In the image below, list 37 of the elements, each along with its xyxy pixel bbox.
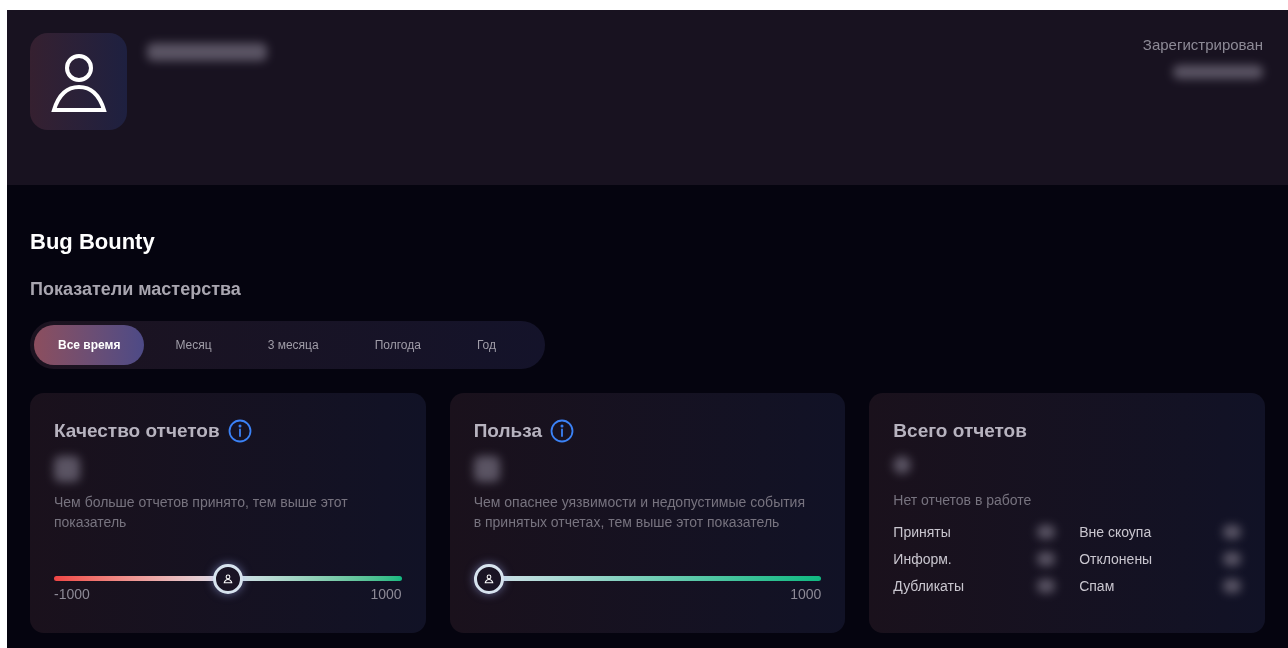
period-tab[interactable]: 3 месяца (242, 325, 344, 365)
period-tab[interactable]: Месяц (150, 325, 237, 365)
card-description: Чем больше отчетов принято, тем выше этот показатель (54, 492, 349, 532)
card-title: Всего отчетов (893, 419, 1027, 443)
card-note: Нет отчетов в работе (893, 490, 1033, 510)
registered-label: Зарегистрирован (1142, 35, 1263, 55)
blurred-value (1223, 525, 1241, 539)
section-title: Bug Bounty (30, 228, 156, 256)
period-tab[interactable]: Все время (34, 325, 145, 365)
blurred-value (54, 455, 80, 482)
stat-label: Спам (1079, 576, 1115, 596)
section-subtitle: Показатели мастерства (30, 278, 242, 301)
info-icon[interactable] (227, 419, 252, 444)
avatar-icon (30, 33, 127, 130)
blurred-value (1037, 525, 1056, 539)
max-label: 1000 (790, 585, 822, 604)
blurred-value (1037, 552, 1056, 566)
slider-thumb[interactable] (212, 563, 243, 594)
stat-label: Отклонены (1079, 549, 1153, 569)
card-description: Чем опаснее уязвимости и недопустимые события в принятых отчетах, тем выше этот показатель (473, 492, 807, 532)
stat-label: Приняты (893, 522, 951, 542)
blurred-value (473, 455, 500, 482)
period-tab[interactable]: Год (451, 325, 521, 365)
period-tab[interactable]: Полгода (349, 325, 446, 365)
card-title: Качество отчетов (54, 419, 220, 443)
stat-label: Информ. (893, 549, 952, 569)
stat-label: Вне скоупа (1079, 522, 1152, 542)
blurred-value (1223, 579, 1241, 593)
blurred-value (1037, 579, 1056, 593)
slider-thumb[interactable] (473, 563, 504, 594)
max-label: 1000 (370, 585, 402, 604)
blurred-value (893, 455, 912, 474)
stat-label: Дубликаты (893, 576, 965, 596)
blurred-value (1223, 552, 1241, 566)
card-title: Польза (473, 419, 542, 443)
min-label: -1000 (54, 585, 90, 604)
info-icon[interactable] (550, 419, 574, 444)
